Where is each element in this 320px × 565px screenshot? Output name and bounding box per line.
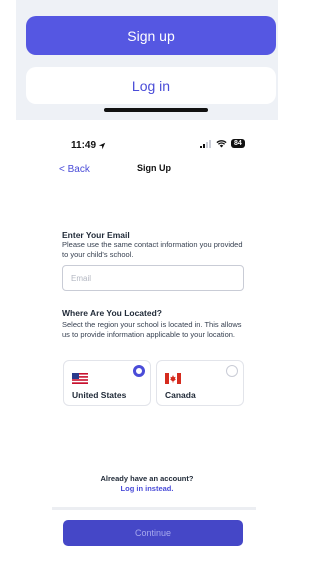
battery-icon: 84 xyxy=(231,139,245,148)
time-text: 11:49 xyxy=(71,140,97,151)
log-in-instead-link[interactable]: Log in instead. xyxy=(0,484,294,493)
signal-icon xyxy=(200,139,211,148)
radio-canada[interactable] xyxy=(226,365,238,377)
continue-button[interactable]: Continue xyxy=(63,520,243,546)
home-indicator xyxy=(104,108,208,112)
status-time: 11:49 xyxy=(71,140,106,151)
wifi-icon xyxy=(216,139,227,148)
radio-united-states[interactable] xyxy=(133,365,145,377)
us-flag-icon xyxy=(72,373,88,384)
back-link[interactable]: < Back xyxy=(59,164,90,175)
country-label-united-states: United States xyxy=(72,390,127,400)
country-label-canada: Canada xyxy=(165,390,196,400)
log-in-button[interactable]: Log in xyxy=(26,67,276,104)
region-option-united-states[interactable]: United States xyxy=(63,360,151,406)
already-have-account-text: Already have an account? xyxy=(100,474,194,483)
status-indicators: 84 xyxy=(200,139,245,148)
location-section-description: Select the region your school is located… xyxy=(62,320,242,339)
email-section-title: Enter Your Email xyxy=(62,230,130,240)
sign-up-button[interactable]: Sign up xyxy=(26,16,276,55)
location-section-title: Where Are You Located? xyxy=(62,308,162,318)
canada-flag-icon xyxy=(165,373,181,384)
region-option-canada[interactable]: Canada xyxy=(156,360,244,406)
email-field[interactable] xyxy=(62,265,244,291)
location-arrow-icon xyxy=(98,142,106,149)
page-title: Sign Up xyxy=(137,163,171,173)
divider xyxy=(52,507,256,510)
email-section-description: Please use the same contact information … xyxy=(62,240,243,259)
